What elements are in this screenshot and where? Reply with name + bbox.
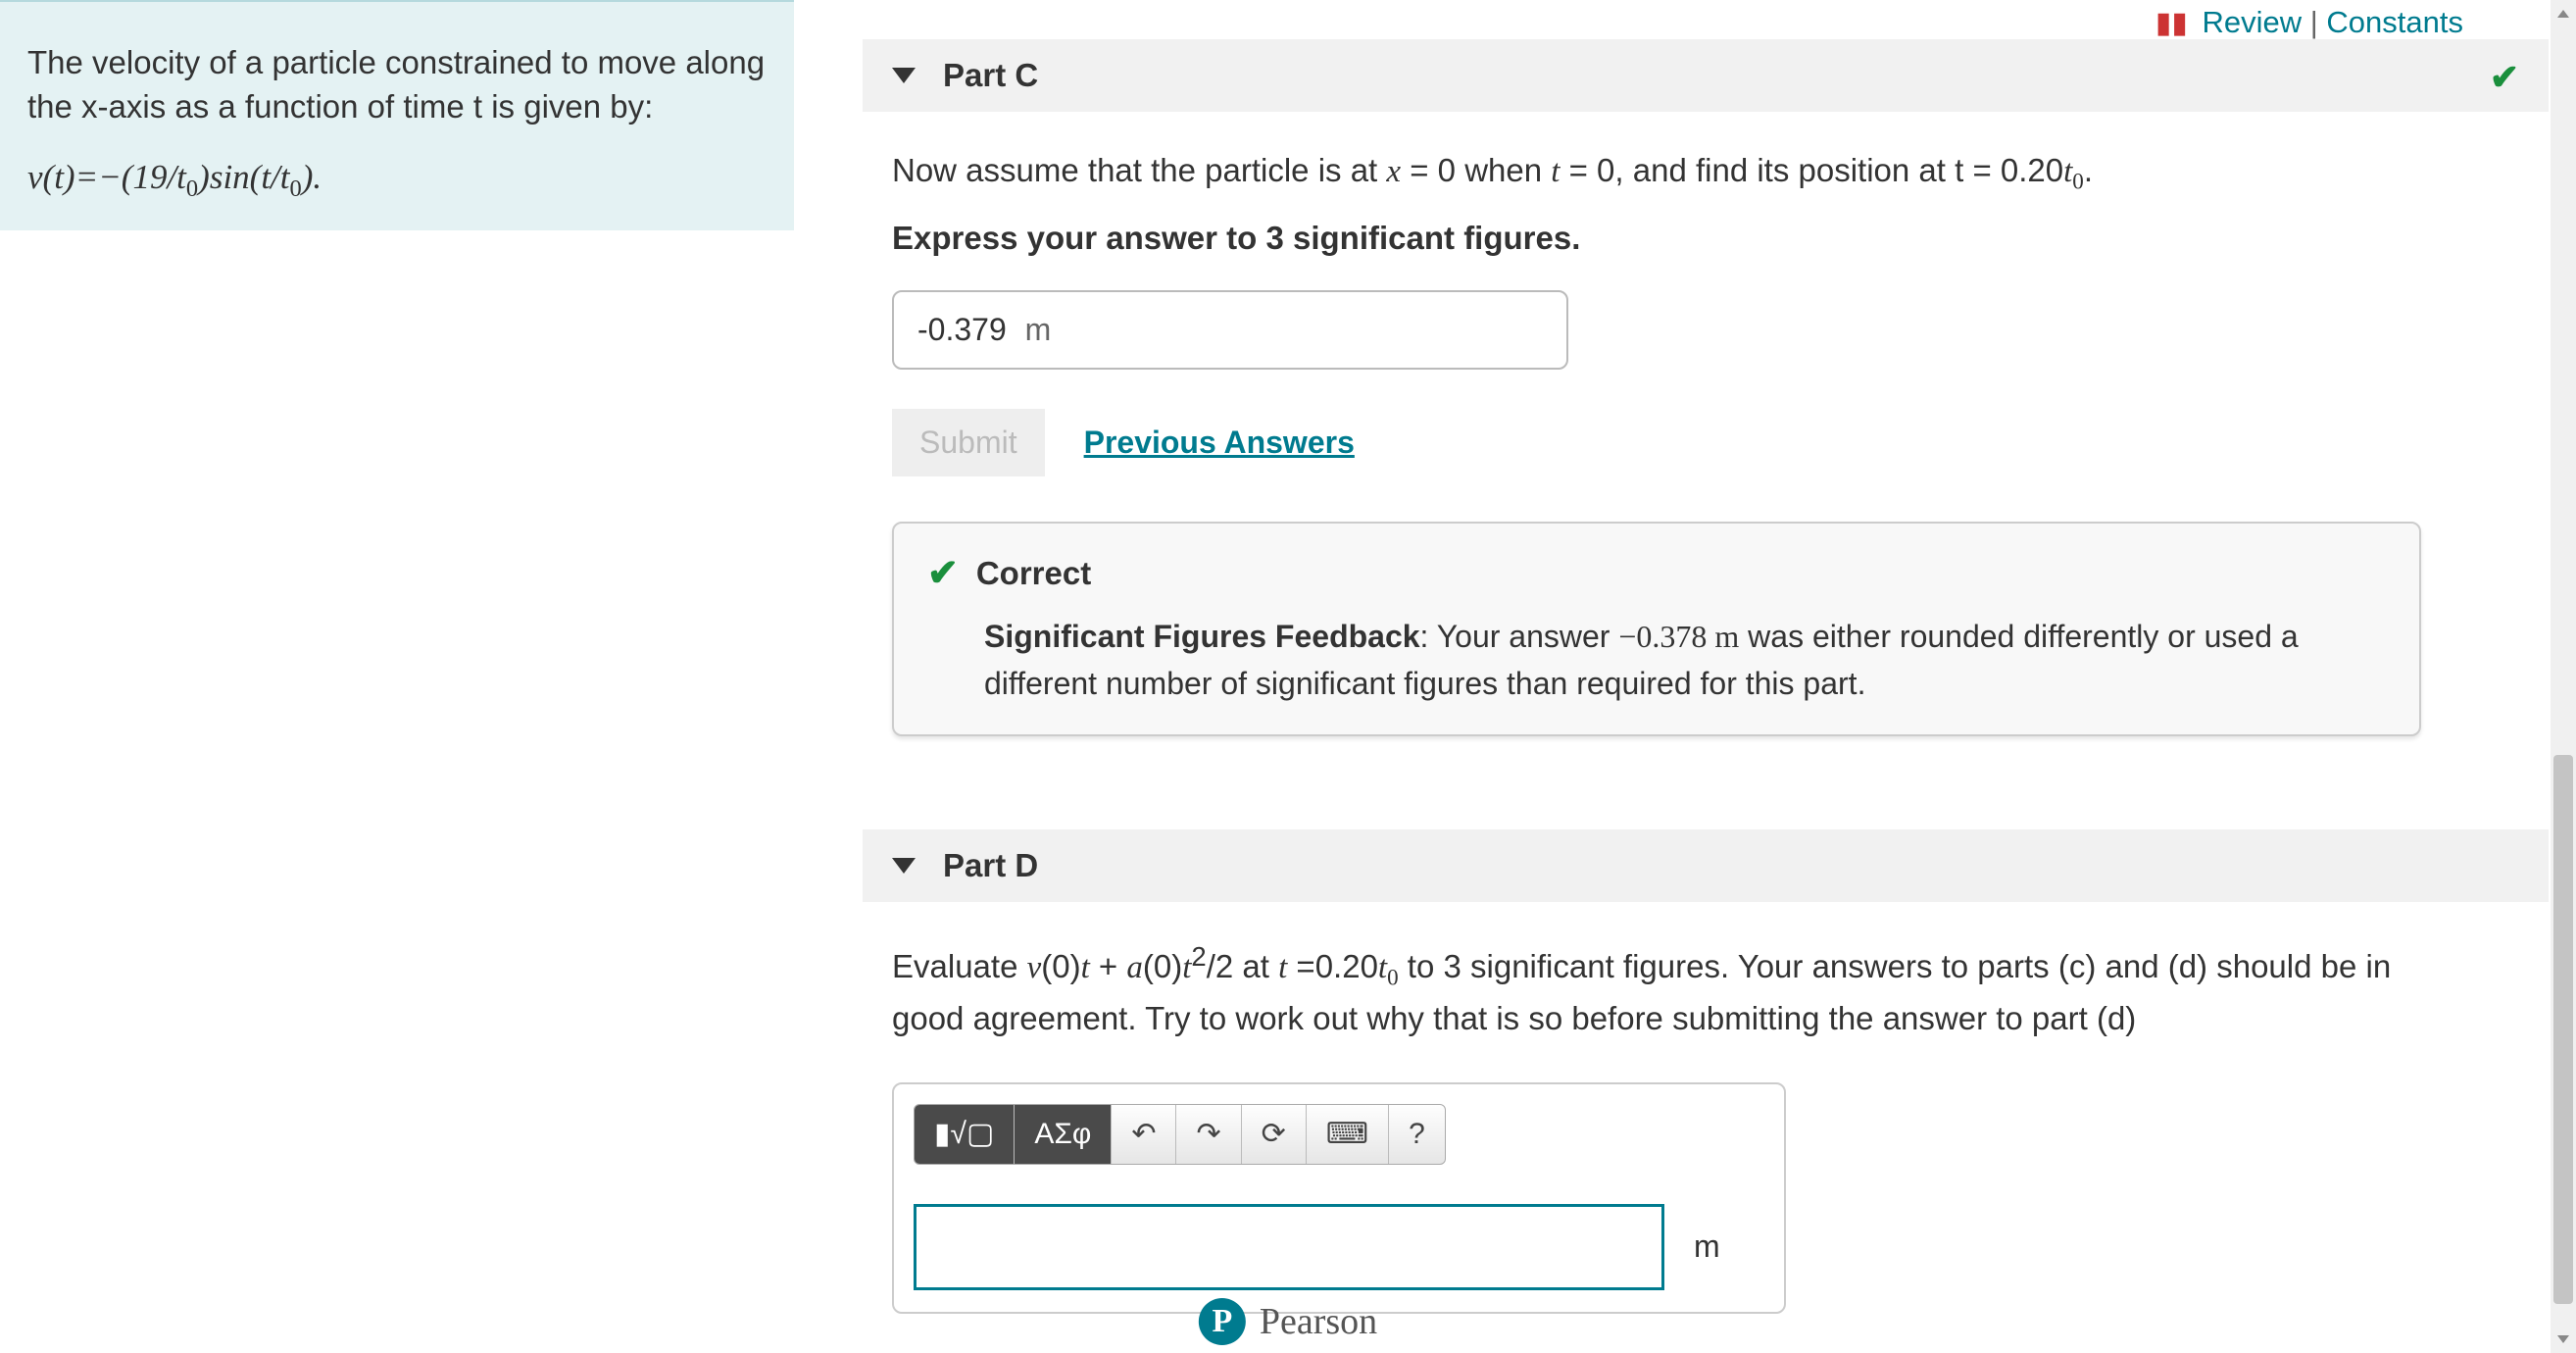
scroll-down-icon[interactable] xyxy=(2557,1335,2569,1343)
keyboard-button[interactable]: ⌨ xyxy=(1307,1105,1389,1164)
answer-value: -0.379 xyxy=(917,312,1007,347)
check-icon: ✔ xyxy=(927,551,959,595)
collapse-icon xyxy=(892,68,916,83)
part-d-body: Evaluate v(0)t + a(0)t2/2 at t =0.20t0 t… xyxy=(863,902,2549,1314)
equation-toolbar: ▮√▢ ΑΣφ ↶ ↷ ⟳ ⌨ ? xyxy=(914,1104,1446,1165)
undo-button[interactable]: ↶ xyxy=(1112,1105,1176,1164)
part-d-prompt: Evaluate v(0)t + a(0)t2/2 at t =0.20t0 t… xyxy=(892,936,2421,1043)
part-c-prompt: Now assume that the particle is at x = 0… xyxy=(892,146,2549,198)
collapse-icon xyxy=(892,858,916,874)
answer-unit: m xyxy=(1025,312,1052,347)
feedback-body: Significant Figures Feedback: Your answe… xyxy=(927,613,2386,707)
scrollbar[interactable] xyxy=(2551,0,2576,1353)
reset-button[interactable]: ⟳ xyxy=(1242,1105,1307,1164)
problem-equation: v(t)=−(19/t0)sin(t/t0). xyxy=(27,158,767,203)
part-c-title: Part C xyxy=(943,57,1038,94)
part-c-body: Now assume that the particle is at x = 0… xyxy=(863,112,2549,736)
feedback-box: ✔ Correct Significant Figures Feedback: … xyxy=(892,522,2421,736)
problem-statement-panel: The velocity of a particle constrained t… xyxy=(0,0,794,230)
unit-label: m xyxy=(1694,1228,1720,1265)
feedback-status: Correct xyxy=(976,555,1091,592)
part-c-header[interactable]: Part C ✔ xyxy=(863,39,2549,112)
part-d-header[interactable]: Part D xyxy=(863,829,2549,902)
answer-display: -0.379 m xyxy=(892,290,1568,370)
pearson-footer: P Pearson xyxy=(1199,1298,1377,1345)
check-icon: ✔ xyxy=(2490,57,2519,98)
scroll-up-icon[interactable] xyxy=(2557,10,2569,18)
equation-editor: ▮√▢ ΑΣφ ↶ ↷ ⟳ ⌨ ? m xyxy=(892,1082,1786,1314)
problem-intro: The velocity of a particle constrained t… xyxy=(27,41,767,128)
greek-button[interactable]: ΑΣφ xyxy=(1015,1105,1112,1164)
previous-answers-link[interactable]: Previous Answers xyxy=(1084,425,1355,461)
equation-input[interactable] xyxy=(914,1204,1664,1290)
templates-button[interactable]: ▮√▢ xyxy=(915,1105,1015,1164)
help-button[interactable]: ? xyxy=(1389,1105,1445,1164)
scroll-thumb[interactable] xyxy=(2553,755,2573,1304)
part-d-title: Part D xyxy=(943,847,1038,884)
pearson-logo-icon: P xyxy=(1199,1298,1246,1345)
pearson-brand: Pearson xyxy=(1260,1300,1377,1343)
redo-button[interactable]: ↷ xyxy=(1176,1105,1241,1164)
part-c-instruction: Express your answer to 3 significant fig… xyxy=(892,220,2549,257)
submit-button: Submit xyxy=(892,409,1045,476)
